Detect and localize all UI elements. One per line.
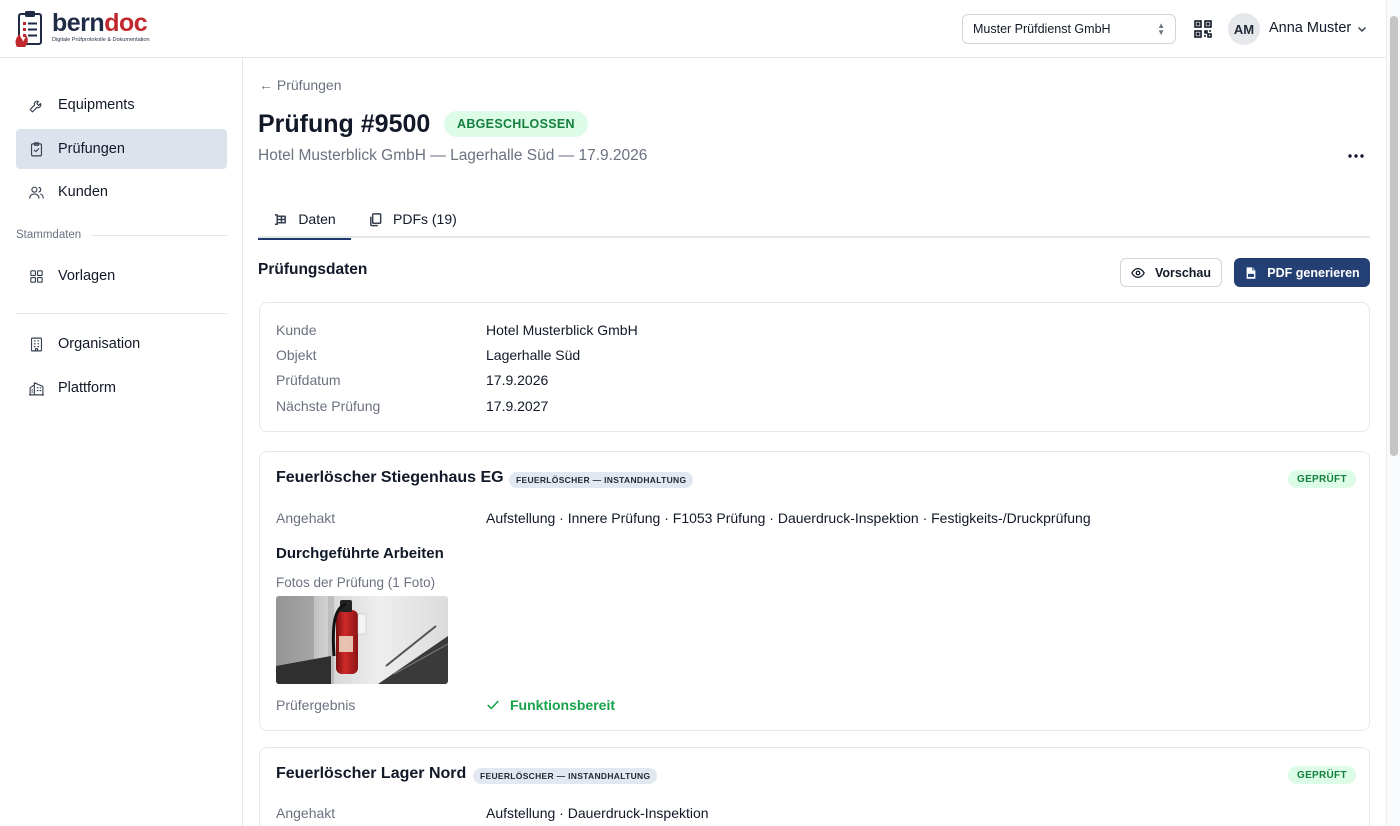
checked-value: Aufstellung · Innere Prüfung · F1053 Prü… xyxy=(486,510,1091,526)
logo-tagline: Digitale Prüfprotokolle & Dokumentation xyxy=(52,37,150,43)
sidebar-item-plattform[interactable]: Plattform xyxy=(16,368,227,408)
preview-button-label: Vorschau xyxy=(1154,265,1212,280)
back-link-pruefungen[interactable]: ← Prüfungen xyxy=(259,77,342,93)
sidebar: Equipments Prüfungen Kunden Stammdaten V… xyxy=(0,58,243,826)
brand-logo[interactable]: berndoc Digitale Prüfprotokolle & Dokume… xyxy=(14,9,150,49)
tab-bar: Daten PDFs (19) xyxy=(258,200,1370,240)
status-badge: ABGESCHLOSSEN xyxy=(444,111,588,137)
inspection-photo[interactable] xyxy=(276,596,448,684)
select-chevron-icon: ▲ ▼ xyxy=(1157,21,1165,37)
copy-documents-icon xyxy=(370,212,382,226)
users-icon xyxy=(29,186,44,199)
detail-label-naechste-pruefung: Nächste Prüfung xyxy=(276,398,381,414)
sidebar-item-label: Kunden xyxy=(58,184,108,200)
sidebar-item-equipments[interactable]: Equipments xyxy=(16,85,227,125)
grid-icon xyxy=(30,269,43,283)
detail-label-objekt: Objekt xyxy=(276,347,317,363)
category-badge: FEUERLÖSCHER — INSTANDHALTUNG xyxy=(473,768,658,784)
wrench-icon xyxy=(29,100,42,112)
category-badge: FEUERLÖSCHER — INSTANDHALTUNG xyxy=(509,472,694,488)
equipment-card: Feuerlöscher Lager Nord FEUERLÖSCHER — I… xyxy=(259,747,1370,826)
checked-value: Aufstellung · Dauerdruck-Inspektion xyxy=(486,805,709,821)
sidebar-item-label: Plattform xyxy=(58,380,117,396)
eye-icon xyxy=(1131,267,1145,278)
logo-word-doc: doc xyxy=(104,9,148,37)
page-subtitle: Hotel Musterblick GmbH — Lagerhalle Süd … xyxy=(258,147,648,164)
sidebar-item-label: Organisation xyxy=(58,336,141,352)
equipment-card: Feuerlöscher Stiegenhaus EG FEUERLÖSCHER… xyxy=(259,451,1370,731)
building-icon xyxy=(30,337,43,351)
section-label-text: Stammdaten xyxy=(16,229,82,241)
work-section-title: Durchgeführte Arbeiten xyxy=(276,545,444,562)
sidebar-item-organisation[interactable]: Organisation xyxy=(16,324,227,364)
sidebar-item-kunden[interactable]: Kunden xyxy=(16,172,227,212)
logo-word-bern: bern xyxy=(52,9,105,37)
clipboard-flame-logo-icon xyxy=(15,11,42,47)
detail-value-pruefdatum: 17.9.2026 xyxy=(486,372,549,388)
chevron-down-icon[interactable] xyxy=(1356,23,1368,35)
app-header: berndoc Digitale Prüfprotokolle & Dokume… xyxy=(0,0,1400,58)
equipment-title: Feuerlöscher Stiegenhaus EG xyxy=(276,469,504,486)
photos-label: Fotos der Prüfung (1 Foto) xyxy=(276,575,436,590)
sidebar-item-label: Vorlagen xyxy=(58,268,116,284)
tab-pdfs[interactable]: PDFs (19) xyxy=(368,200,457,238)
equipment-title: Feuerlöscher Lager Nord xyxy=(276,765,467,782)
sidebar-item-label: Equipments xyxy=(58,97,135,113)
tab-label: PDFs (19) xyxy=(393,211,457,227)
status-badge: GEPRÜFT xyxy=(1288,766,1356,784)
preview-button[interactable]: Vorschau xyxy=(1120,258,1222,287)
generate-pdf-button[interactable]: PDF generieren xyxy=(1234,258,1370,287)
detail-label-pruefdatum: Prüfdatum xyxy=(276,372,341,388)
sidebar-divider xyxy=(16,313,227,314)
check-icon xyxy=(487,700,499,710)
scrollbar-thumb[interactable] xyxy=(1390,16,1398,456)
organization-select-value: Muster Prüfdienst GmbH xyxy=(973,22,1111,36)
avatar[interactable]: AM xyxy=(1228,13,1260,45)
details-card: Kunde Hotel Musterblick GmbH Objekt Lage… xyxy=(259,302,1370,432)
organization-select[interactable]: Muster Prüfdienst GmbH ▲ ▼ xyxy=(962,14,1176,44)
page-scrollbar[interactable] xyxy=(1386,0,1400,826)
tab-label: Daten xyxy=(298,211,336,227)
result-value: Funktionsbereit xyxy=(486,697,615,713)
tab-daten[interactable]: Daten xyxy=(258,200,351,240)
qr-code-icon[interactable] xyxy=(1193,19,1213,39)
detail-value-objekt: Lagerhalle Süd xyxy=(486,347,581,363)
page-title: Prüfung #9500 xyxy=(258,110,431,138)
section-label-stammdaten: Stammdaten xyxy=(16,229,227,241)
status-badge: GEPRÜFT xyxy=(1288,470,1356,488)
sidebar-item-pruefungen[interactable]: Prüfungen xyxy=(16,129,227,169)
detail-label-kunde: Kunde xyxy=(276,322,317,338)
buildings-icon xyxy=(28,381,45,395)
form-data-icon xyxy=(275,213,287,225)
pdf-file-icon xyxy=(1246,266,1256,279)
user-name[interactable]: Anna Muster xyxy=(1269,20,1351,36)
fire-extinguisher-photo-icon xyxy=(276,596,448,684)
sidebar-item-vorlagen[interactable]: Vorlagen xyxy=(16,256,227,296)
section-title-pruefungsdaten: Prüfungsdaten xyxy=(258,261,368,278)
sidebar-item-label: Prüfungen xyxy=(58,141,125,157)
clipboard-check-icon xyxy=(30,141,43,156)
checked-label: Angehakt xyxy=(276,805,336,821)
result-value-text: Funktionsbereit xyxy=(510,697,616,713)
more-options-icon[interactable] xyxy=(1344,148,1368,164)
section-divider xyxy=(91,234,227,236)
detail-value-kunde: Hotel Musterblick GmbH xyxy=(486,322,638,338)
detail-value-naechste-pruefung: 17.9.2027 xyxy=(486,398,549,414)
generate-pdf-button-label: PDF generieren xyxy=(1267,265,1360,280)
checked-label: Angehakt xyxy=(276,510,336,526)
result-label: Prüfergebnis xyxy=(276,697,356,713)
